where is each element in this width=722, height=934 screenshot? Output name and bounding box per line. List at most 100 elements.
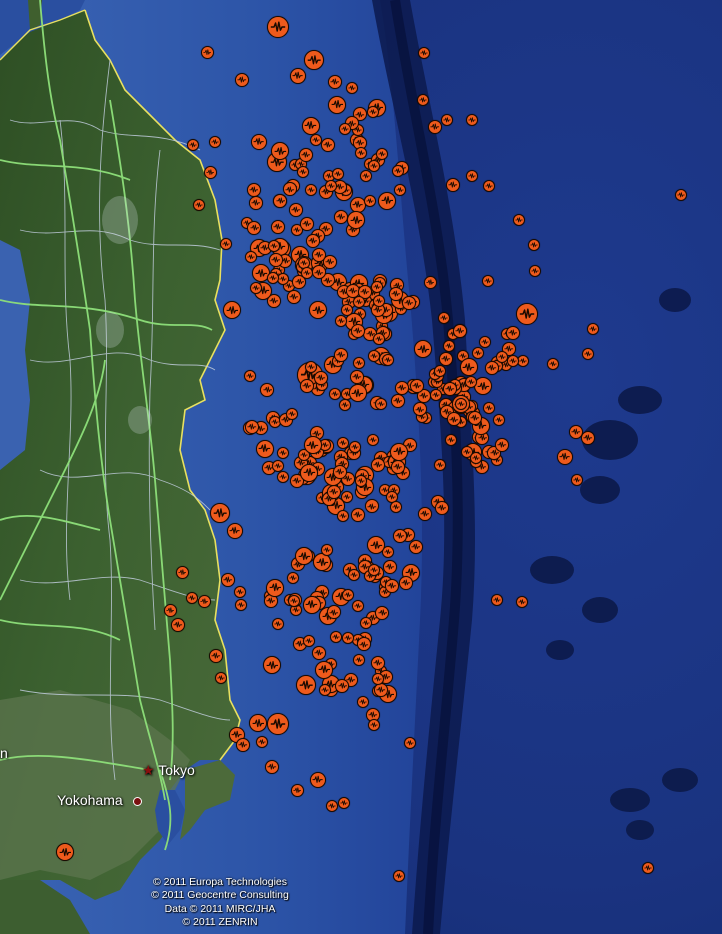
earthquake-marker[interactable] — [249, 714, 267, 732]
earthquake-marker[interactable] — [235, 599, 247, 611]
earthquake-marker[interactable] — [246, 182, 261, 197]
earthquake-marker[interactable] — [483, 401, 496, 414]
earthquake-marker[interactable] — [414, 340, 433, 359]
earthquake-marker[interactable] — [466, 114, 478, 126]
earthquake-marker[interactable] — [438, 312, 450, 324]
earthquake-marker[interactable] — [354, 147, 367, 160]
earthquake-marker[interactable] — [295, 547, 314, 566]
earthquake-marker[interactable] — [385, 578, 400, 593]
earthquake-marker[interactable] — [334, 314, 347, 327]
earthquake-marker[interactable] — [290, 68, 306, 84]
earthquake-marker[interactable] — [255, 439, 274, 458]
earthquake-marker[interactable] — [340, 491, 353, 504]
earthquake-marker[interactable] — [441, 114, 453, 126]
earthquake-marker[interactable] — [272, 617, 285, 630]
earthquake-marker[interactable] — [326, 484, 341, 499]
earthquake-marker[interactable] — [334, 347, 349, 362]
earthquake-marker[interactable] — [349, 440, 362, 453]
earthquake-marker[interactable] — [336, 510, 349, 523]
earthquake-marker[interactable] — [200, 45, 214, 59]
earthquake-marker[interactable] — [348, 384, 367, 403]
earthquake-marker[interactable] — [352, 296, 365, 309]
earthquake-marker[interactable] — [374, 682, 389, 697]
earthquake-marker[interactable] — [491, 594, 503, 606]
earthquake-marker[interactable] — [220, 238, 232, 250]
earthquake-marker[interactable] — [428, 120, 442, 134]
earthquake-marker[interactable] — [256, 736, 268, 748]
earthquake-marker[interactable] — [390, 459, 405, 474]
earthquake-marker[interactable] — [529, 265, 541, 277]
earthquake-marker[interactable] — [418, 47, 430, 59]
earthquake-marker[interactable] — [290, 783, 304, 797]
earthquake-marker[interactable] — [372, 332, 385, 345]
earthquake-marker[interactable] — [393, 870, 405, 882]
earthquake-marker[interactable] — [332, 465, 347, 480]
earthquake-marker[interactable] — [506, 325, 521, 340]
earthquake-marker[interactable] — [197, 594, 211, 608]
city-marker-tokyo[interactable]: ★ Tokyo — [142, 762, 195, 779]
earthquake-marker[interactable] — [300, 463, 319, 482]
earthquake-marker[interactable] — [327, 75, 342, 90]
earthquake-marker[interactable] — [496, 351, 509, 363]
earthquake-marker[interactable] — [469, 451, 482, 464]
earthquake-marker[interactable] — [249, 195, 264, 210]
earthquake-marker[interactable] — [370, 457, 385, 472]
earthquake-marker[interactable] — [375, 397, 388, 410]
earthquake-marker[interactable] — [408, 539, 423, 554]
earthquake-marker[interactable] — [320, 544, 333, 557]
earthquake-marker[interactable] — [236, 738, 250, 752]
earthquake-marker[interactable] — [286, 289, 301, 304]
earthquake-marker[interactable] — [210, 503, 230, 523]
earthquake-marker[interactable] — [439, 351, 454, 366]
earthquake-marker[interactable] — [56, 843, 74, 861]
earthquake-marker[interactable] — [581, 431, 595, 445]
earthquake-marker[interactable] — [516, 303, 538, 325]
earthquake-marker[interactable] — [368, 719, 380, 731]
earthquake-marker[interactable] — [355, 474, 368, 487]
earthquake-marker[interactable] — [479, 335, 492, 348]
earthquake-marker[interactable] — [513, 214, 525, 226]
earthquake-marker[interactable] — [304, 50, 324, 70]
earthquake-marker[interactable] — [675, 189, 687, 201]
earthquake-marker[interactable] — [328, 95, 347, 114]
earthquake-marker[interactable] — [350, 324, 365, 339]
earthquake-marker[interactable] — [459, 358, 478, 377]
earthquake-marker[interactable] — [382, 559, 397, 574]
earthquake-marker[interactable] — [366, 434, 379, 447]
earthquake-marker[interactable] — [250, 281, 263, 294]
earthquake-marker[interactable] — [209, 649, 223, 663]
earthquake-marker[interactable] — [330, 630, 343, 643]
earthquake-marker[interactable] — [352, 653, 365, 666]
earthquake-marker[interactable] — [557, 449, 573, 465]
earthquake-marker[interactable] — [186, 592, 198, 604]
earthquake-marker[interactable] — [299, 378, 314, 393]
earthquake-marker[interactable] — [263, 656, 281, 674]
earthquake-marker[interactable] — [315, 660, 334, 679]
earthquake-marker[interactable] — [333, 209, 348, 224]
earthquake-marker[interactable] — [270, 219, 285, 234]
earthquake-marker[interactable] — [351, 507, 366, 522]
earthquake-marker[interactable] — [271, 142, 290, 161]
earthquake-marker[interactable] — [423, 275, 437, 289]
earthquake-marker[interactable] — [193, 199, 205, 211]
earthquake-marker[interactable] — [582, 348, 594, 360]
earthquake-marker[interactable] — [309, 301, 328, 320]
earthquake-marker[interactable] — [493, 413, 506, 426]
earthquake-marker[interactable] — [276, 446, 289, 459]
earthquake-marker[interactable] — [305, 233, 320, 248]
earthquake-marker[interactable] — [223, 301, 241, 319]
earthquake-marker[interactable] — [375, 147, 388, 160]
earthquake-marker[interactable] — [336, 437, 349, 450]
earthquake-marker[interactable] — [446, 178, 460, 192]
earthquake-marker[interactable] — [367, 349, 380, 362]
earthquake-marker[interactable] — [378, 191, 397, 210]
earthquake-marker[interactable] — [444, 434, 457, 446]
earthquake-marker[interactable] — [366, 106, 379, 119]
earthquake-marker[interactable] — [517, 354, 530, 367]
earthquake-marker[interactable] — [227, 523, 243, 539]
earthquake-marker[interactable] — [467, 410, 482, 425]
earthquake-marker[interactable] — [371, 672, 384, 685]
earthquake-marker[interactable] — [370, 655, 385, 670]
earthquake-marker[interactable] — [571, 474, 583, 486]
earthquake-marker[interactable] — [388, 286, 403, 301]
